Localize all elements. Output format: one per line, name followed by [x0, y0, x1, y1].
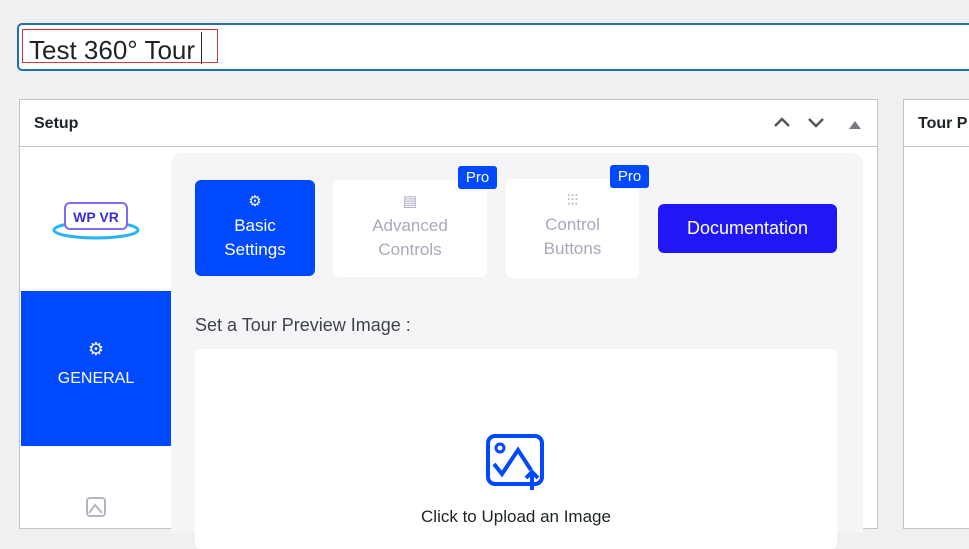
- title-input[interactable]: Test 360° Tour: [18, 24, 969, 70]
- tab-label: Advanced: [372, 216, 448, 235]
- svg-text:WP VR: WP VR: [73, 209, 119, 225]
- tab-label: Settings: [224, 240, 286, 259]
- upload-image-icon: [486, 434, 546, 495]
- title-value: Test 360° Tour: [29, 35, 196, 65]
- image-icon[interactable]: [86, 497, 106, 522]
- sidebar: WP VR ⚙ GENERAL: [21, 147, 171, 527]
- tab-label: Control: [545, 215, 600, 234]
- upload-text: Click to Upload an Image: [421, 507, 611, 526]
- sidebar-item-general[interactable]: ⚙ GENERAL: [21, 291, 171, 446]
- collapse-toggle-icon[interactable]: [849, 117, 861, 135]
- documentation-button[interactable]: Documentation: [658, 204, 837, 253]
- settings-content: ⚙ Basic Settings ▤ Advanced Controls Pro…: [171, 153, 863, 549]
- tab-basic-settings[interactable]: ⚙ Basic Settings: [195, 180, 315, 276]
- upload-area[interactable]: Click to Upload an Image: [195, 349, 837, 549]
- sliders-icon: ⫶⫶⫶: [566, 192, 579, 209]
- gear-icon: ⚙: [87, 339, 105, 359]
- tab-label: Buttons: [543, 239, 602, 258]
- tab-label: Basic: [234, 216, 276, 235]
- tab-label: Controls: [378, 240, 442, 259]
- tour-preview-heading: Tour P: [904, 100, 969, 147]
- gear-icon: ⚙: [248, 193, 262, 210]
- text-caret: [201, 32, 202, 64]
- pro-badge: Pro: [610, 165, 649, 188]
- move-down-icon[interactable]: [806, 112, 826, 137]
- tab-advanced-controls[interactable]: ▤ Advanced Controls: [333, 180, 487, 277]
- preview-label: Set a Tour Preview Image :: [195, 315, 411, 335]
- setup-panel: Setup WP VR ⚙ GENERAL ⚙ Basic Settings ▤…: [19, 99, 878, 549]
- wpvr-logo: WP VR: [51, 197, 141, 247]
- pro-badge: Pro: [458, 166, 497, 189]
- tab-control-buttons[interactable]: ⫶⫶⫶ Control Buttons: [506, 179, 639, 278]
- tour-preview-panel: Tour P: [903, 99, 969, 529]
- move-up-icon[interactable]: [772, 112, 792, 137]
- table-icon: ▤: [402, 193, 418, 210]
- setup-heading: Setup: [20, 100, 877, 147]
- sidebar-item-label: GENERAL: [57, 370, 135, 387]
